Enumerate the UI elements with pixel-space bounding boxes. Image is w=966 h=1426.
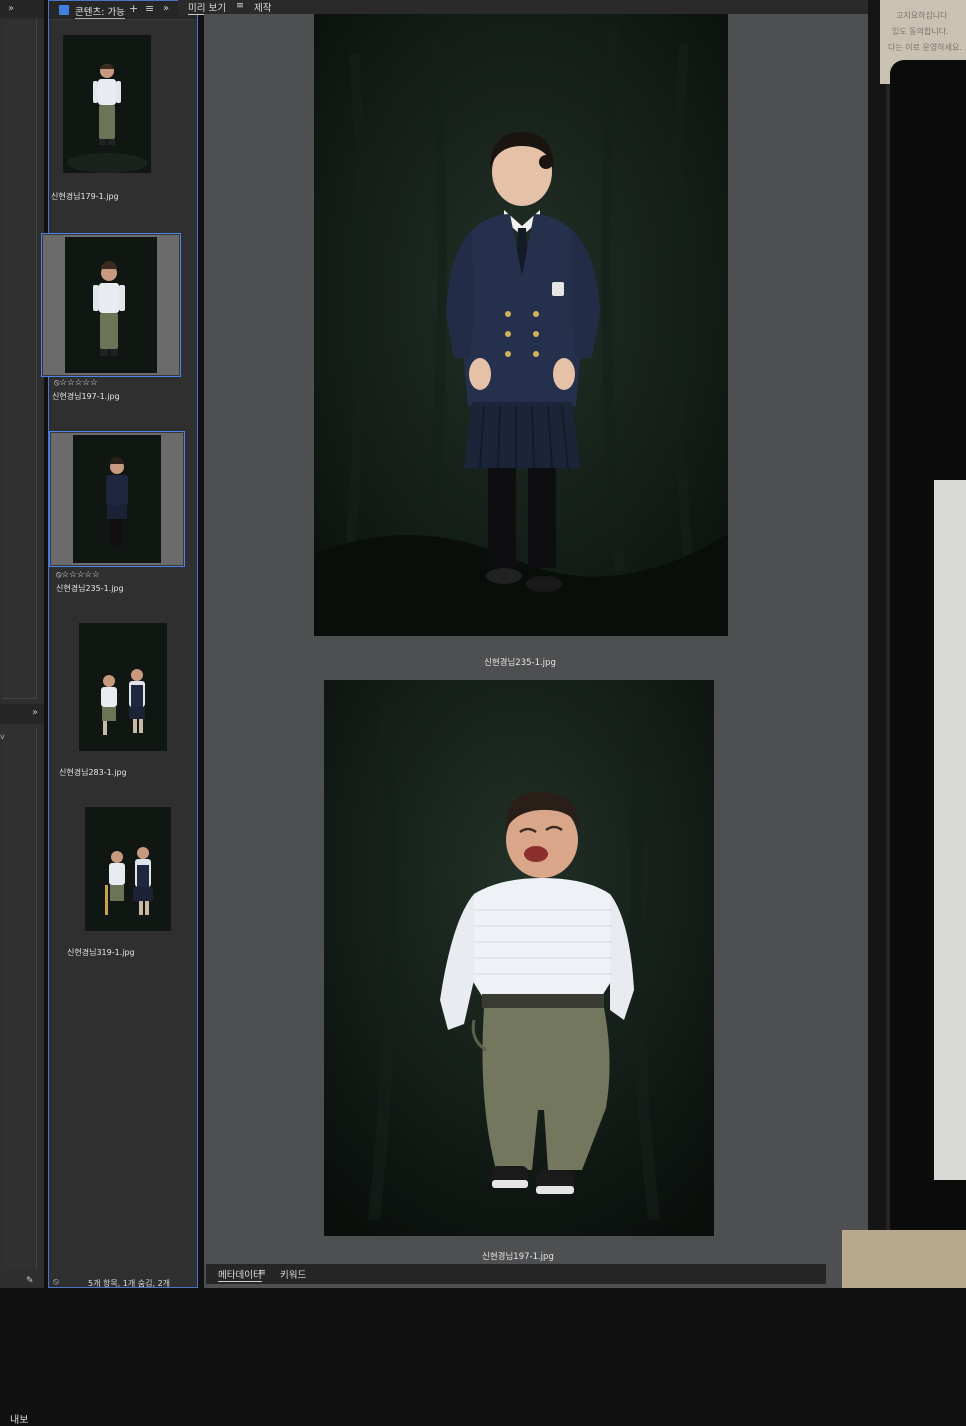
metadata-tab-bar: 메타데이터 ≡ 키워드 [206, 1264, 826, 1284]
tab-keywords[interactable]: 키워드 [280, 1267, 306, 1281]
export-panel-tab[interactable]: 내보 [10, 1411, 28, 1426]
export-panel[interactable]: v [0, 728, 37, 1268]
export-panel-header: 내보 » [0, 704, 44, 1426]
folders-panel[interactable] [2, 20, 37, 699]
preview-image-2-caption: 신현경님197-1.jpg [482, 1252, 554, 1262]
metadata-menu-icon[interactable]: ≡ [258, 1267, 266, 1278]
thumbnail-filename: 신현경님197-1.jpg [52, 392, 120, 401]
thumbnail-item[interactable]: 신현경님319-1.jpg [67, 803, 175, 963]
white-sheet [934, 480, 966, 1180]
thumbnail-item[interactable]: 신현경님179-1.jpg [51, 31, 153, 207]
expand-export-icon[interactable]: » [32, 707, 38, 718]
thumbnail-filename: 신현경님179-1.jpg [51, 192, 119, 201]
desk-surface [842, 1230, 966, 1288]
thumbnail-image[interactable] [51, 433, 183, 565]
filter-block-icon[interactable]: ⦸ [53, 1277, 59, 1287]
tab-preview[interactable]: 미리 보기 [188, 0, 226, 15]
panel-color-icon [59, 5, 69, 15]
expand-panel-icon[interactable]: » [8, 3, 14, 14]
thumbnail-item-selected[interactable]: ⦸☆☆☆☆☆ 신현경님197-1.jpg [41, 233, 181, 401]
preview-menu-icon[interactable]: ≡ [236, 0, 244, 11]
preview-image-1-caption: 신현경님235-1.jpg [484, 658, 556, 668]
tab-metadata[interactable]: 메타데이터 [218, 1267, 262, 1282]
export-panel-text: v [0, 732, 5, 741]
thumbnail-filename: 신현경님283-1.jpg [59, 768, 127, 777]
paper-line-1: 고지요하십니다 [896, 11, 948, 20]
left-dock-header: » [0, 0, 44, 18]
content-panel: 콘텐츠: 가능 + ≡ » 신현경님179-1.jpg ⦸☆☆☆☆☆ 신현경님1… [41, 0, 198, 1288]
tab-publish[interactable]: 제작 [254, 0, 271, 14]
thumbnail-filename: 신현경님319-1.jpg [67, 948, 135, 957]
thumbnail-item[interactable]: 신현경님283-1.jpg [59, 619, 169, 779]
thumbnail-rating[interactable]: ⦸☆☆☆☆☆ [56, 570, 100, 580]
thumbnail-image[interactable] [79, 623, 167, 751]
left-dock: » 내보 » v ✎ [0, 0, 44, 1426]
paper-line-3: 다는 이로 운영하세요. [888, 43, 962, 52]
preview-tab-bar: 미리 보기 ≡ 제작 [178, 0, 878, 15]
thumbnail-image[interactable] [43, 235, 179, 375]
preview-image-2[interactable] [324, 680, 714, 1236]
thumbnail-rating[interactable]: ⦸☆☆☆☆☆ [54, 378, 98, 388]
thumbnail-filename: 신현경님235-1.jpg [56, 584, 124, 593]
thumbnail-image[interactable] [63, 35, 151, 173]
content-panel-title[interactable]: 콘텐츠: 가능 [75, 4, 125, 19]
add-icon[interactable]: + [129, 2, 138, 15]
paper-line-2: 있도 동의합니다. [892, 27, 949, 36]
panel-menu-icon[interactable]: ≡ [145, 2, 154, 15]
expand-right-icon[interactable]: » [163, 3, 169, 14]
content-status-text: 5개 항목, 1개 숨김, 2개 [88, 1279, 171, 1288]
thumbnail-item-selected[interactable]: ⦸☆☆☆☆☆ 신현경님235-1.jpg [49, 431, 185, 593]
preview-panel: 신현경님235-1.jpg 신현경님197-1.jpg [204, 14, 868, 1288]
pin-icon[interactable]: ✎ [26, 1276, 34, 1286]
content-panel-header: 콘텐츠: 가능 + ≡ » [49, 1, 197, 20]
thumbnail-image[interactable] [85, 807, 171, 931]
preview-image-1[interactable] [314, 14, 728, 636]
